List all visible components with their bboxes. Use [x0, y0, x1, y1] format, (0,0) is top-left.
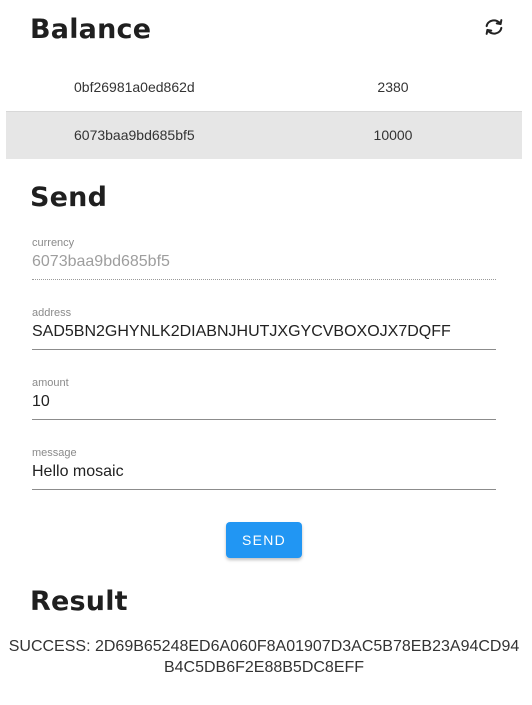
- address-input[interactable]: SAD5BN2GHYNLK2DIABNJHUTJXGYCVBOXOJX7DQFF: [32, 323, 496, 341]
- address-label: address: [32, 307, 72, 319]
- currency-label: currency: [32, 237, 75, 249]
- currency-underline: [32, 279, 496, 280]
- balance-row-id: 6073baa9bd685bf5: [74, 127, 195, 143]
- balance-title: Balance: [30, 14, 152, 45]
- currency-field: currency 6073baa9bd685bf5: [32, 237, 496, 291]
- balance-table: 0bf26981a0ed862d 2380 6073baa9bd685bf5 1…: [6, 64, 522, 159]
- balance-row-id: 0bf26981a0ed862d: [74, 79, 195, 95]
- address-underline: [32, 349, 496, 350]
- amount-underline: [32, 419, 496, 420]
- address-field[interactable]: address SAD5BN2GHYNLK2DIABNJHUTJXGYCVBOX…: [32, 307, 496, 361]
- amount-input[interactable]: 10: [32, 393, 496, 411]
- balance-row-selected[interactable]: 6073baa9bd685bf5 10000: [6, 112, 522, 159]
- amount-label: amount: [32, 377, 69, 389]
- message-underline: [32, 489, 496, 490]
- message-field[interactable]: message Hello mosaic: [32, 447, 496, 501]
- send-button[interactable]: SEND: [226, 522, 302, 558]
- send-title: Send: [30, 182, 108, 213]
- message-input[interactable]: Hello mosaic: [32, 463, 496, 481]
- currency-value: 6073baa9bd685bf5: [32, 253, 170, 270]
- amount-field[interactable]: amount 10: [32, 377, 496, 431]
- result-title: Result: [30, 586, 128, 617]
- refresh-button[interactable]: [482, 17, 506, 41]
- refresh-icon: [483, 16, 505, 42]
- message-label: message: [32, 447, 77, 459]
- balance-row[interactable]: 0bf26981a0ed862d 2380: [6, 64, 522, 112]
- result-text: SUCCESS: 2D69B65248ED6A060F8A01907D3AC5B…: [8, 638, 520, 676]
